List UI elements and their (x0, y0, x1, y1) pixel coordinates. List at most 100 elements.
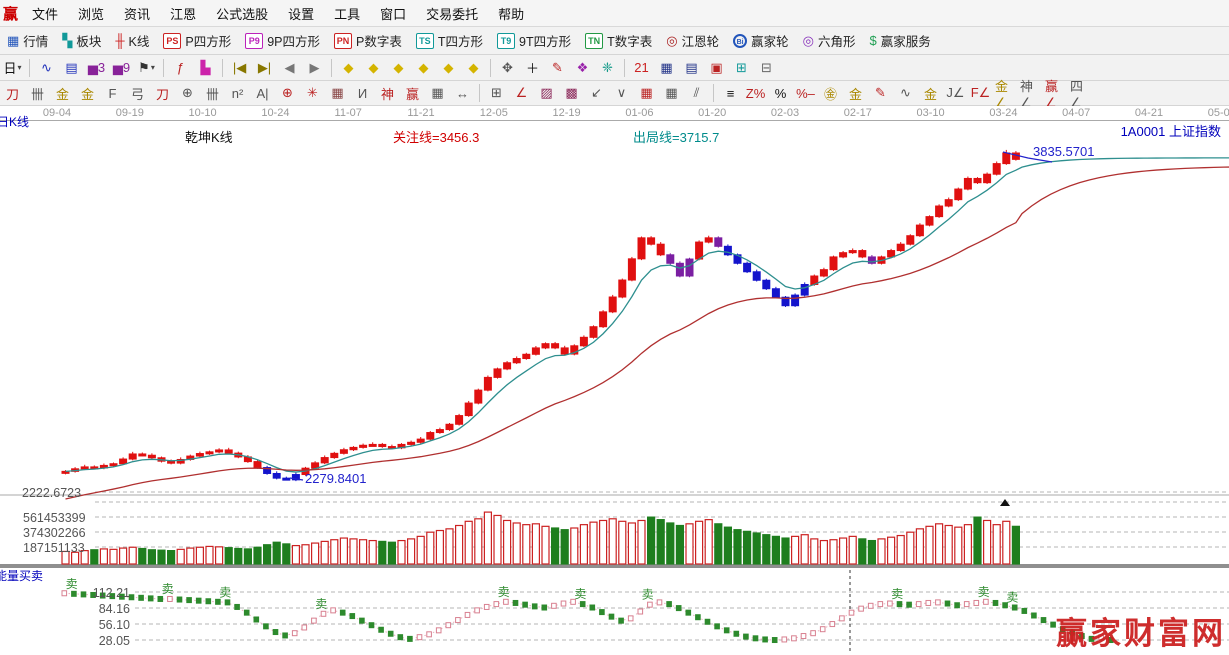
menu-item-3[interactable]: 江恩 (160, 4, 206, 23)
energy-series[interactable]: 卖卖卖卖卖卖卖卖卖卖 (62, 577, 1113, 645)
draw-fan-dark-icon[interactable]: ▩ (560, 82, 583, 104)
tool-color-histogram-icon[interactable]: ▙ (194, 57, 217, 79)
draw-fan-box-icon[interactable]: ▨ (535, 82, 558, 104)
menu-item-1[interactable]: 浏览 (68, 4, 114, 23)
draw-knife-line-icon[interactable]: 刀 (1, 82, 24, 104)
tool-first-page-icon[interactable]: |◀ (228, 57, 251, 79)
tool-crosshair-icon[interactable]: ＋ (521, 57, 544, 79)
menu-item-2[interactable]: 资讯 (114, 4, 160, 23)
draw-grid-123-icon[interactable]: ▦ (426, 82, 449, 104)
module-winner-service[interactable]: $赢家服务 (862, 31, 937, 50)
tool-magic-tool-icon[interactable]: ❖ (571, 57, 594, 79)
tool-formula-tool-icon[interactable]: ƒ (169, 57, 192, 79)
menu-item-9[interactable]: 帮助 (488, 4, 534, 23)
draw-percent-icon[interactable]: % (769, 82, 792, 104)
menu-item-8[interactable]: 交易委托 (416, 4, 488, 23)
draw-shen-angle-icon[interactable]: 神∠ (1019, 82, 1042, 104)
module-sectors[interactable]: ▚板块 (55, 31, 108, 50)
draw-win-angle-icon[interactable]: 赢∠ (1044, 82, 1067, 104)
draw-angle-rays-icon[interactable]: ∠ (510, 82, 533, 104)
draw-star-burst-icon[interactable]: ✳ (301, 82, 324, 104)
tool-measure-pen-icon[interactable]: ✎ (546, 57, 569, 79)
draw-f-line-icon[interactable]: F (101, 82, 124, 104)
draw-square-grid-icon[interactable]: ▦ (326, 82, 349, 104)
draw-win-tool-icon[interactable]: 赢 (401, 82, 424, 104)
module-hexagon[interactable]: ◎六角形 (796, 31, 863, 50)
menu-item-5[interactable]: 设置 (278, 4, 324, 23)
module-p-number-table[interactable]: PNP数字表 (327, 31, 409, 50)
draw-f-angle-icon[interactable]: F∠ (969, 82, 992, 104)
draw-gann-grid-icon[interactable]: 卌 (26, 82, 49, 104)
tool-diamond-right-icon[interactable]: ◆ (362, 57, 385, 79)
draw-wave-mark-icon[interactable]: И (351, 82, 374, 104)
tool-diamond-expand-icon[interactable]: ◆ (387, 57, 410, 79)
tool-diamond-all-icon[interactable]: ◆ (437, 57, 460, 79)
draw-grid-lines-icon[interactable]: 卌 (201, 82, 224, 104)
module-gann-wheel[interactable]: ◎江恩轮 (659, 31, 726, 50)
draw-gold-level-icon[interactable]: 金 (844, 82, 867, 104)
candlestick-series[interactable] (62, 150, 1019, 481)
draw-matrix-axis-icon[interactable]: ▦ (660, 82, 683, 104)
draw-target-circle-icon[interactable]: ⊕ (276, 82, 299, 104)
tool-curve-mode-icon[interactable]: ∿ (35, 57, 58, 79)
draw-shen-tool-icon[interactable]: 神 (376, 82, 399, 104)
menu-item-4[interactable]: 公式选股 (206, 4, 278, 23)
draw-v-check-icon[interactable]: ∨ (610, 82, 633, 104)
draw-gold-grid-2-icon[interactable]: 金 (76, 82, 99, 104)
tool-ma-9-icon[interactable]: ▅9 (110, 57, 133, 79)
menu-item-0[interactable]: 文件 (22, 4, 68, 23)
tool-ma-3-icon[interactable]: ▅3 (85, 57, 108, 79)
tool-pattern-tool-icon[interactable]: ❈ (596, 57, 619, 79)
draw-wave-fit-icon[interactable]: ∿ (894, 82, 917, 104)
kline-chart-canvas[interactable]: 卖卖卖卖卖卖卖卖卖卖 (0, 120, 1229, 655)
tool-flag-mark-icon[interactable]: ⚑▾ (135, 57, 158, 79)
volume-series[interactable] (62, 512, 1019, 564)
module-kline[interactable]: ╫K线 (108, 31, 156, 50)
draw-matrix-red-icon[interactable]: ▦ (635, 82, 658, 104)
module-9t-square[interactable]: T99T四方形 (490, 31, 578, 50)
draw-gold-eq-icon[interactable]: 金 (919, 82, 942, 104)
tool-last-page-icon[interactable]: ▶| (253, 57, 276, 79)
draw-range-arrow-icon[interactable]: ↔ (451, 82, 474, 104)
tool-diamond-compress-icon[interactable]: ◆ (412, 57, 435, 79)
draw-trend-rays-icon[interactable]: ↙ (585, 82, 608, 104)
tool-notepad-icon[interactable]: ▤ (680, 57, 703, 79)
draw-brush-pen-icon[interactable]: ✎ (869, 82, 892, 104)
draw-percent-slope-icon[interactable]: Z% (744, 82, 767, 104)
draw-mirror-line-icon[interactable]: A| (251, 82, 274, 104)
tool-send-net-icon[interactable]: ⊞ (730, 57, 753, 79)
module-quotes[interactable]: ▦行情 (0, 31, 55, 50)
module-t-square[interactable]: TST四方形 (409, 31, 490, 50)
chart-area[interactable]: 09-0409-1910-1010-2411-0711-2112-0512-19… (0, 106, 1229, 655)
tool-pan-hand-icon[interactable]: ✥ (496, 57, 519, 79)
draw-n-square-icon[interactable]: n² (226, 82, 249, 104)
tool-printer-icon[interactable]: ⊟ (755, 57, 778, 79)
draw-box-tool-icon[interactable]: ⊞ (485, 82, 508, 104)
menu-item-6[interactable]: 工具 (324, 4, 370, 23)
tool-diamond-left-icon[interactable]: ◆ (337, 57, 360, 79)
tool-diamond-full-icon[interactable]: ◆ (462, 57, 485, 79)
draw-parallel-lines-icon[interactable]: ⫽ (685, 82, 708, 104)
tool-next-page-icon[interactable]: ▶ (303, 57, 326, 79)
draw-four-angle-icon[interactable]: 四∠ (1069, 82, 1092, 104)
draw-spiral-icon[interactable]: 弓 (126, 82, 149, 104)
tool-prev-page-icon[interactable]: ◀ (278, 57, 301, 79)
module-winner-wheel[interactable]: Bi赢家轮 (726, 31, 796, 50)
draw-gold-circle-icon[interactable]: ㊎ (819, 82, 842, 104)
draw-knife-2-icon[interactable]: 刀 (151, 82, 174, 104)
draw-j-angle-icon[interactable]: J∠ (944, 82, 967, 104)
tool-period-day-icon[interactable]: 日▾ (1, 57, 24, 79)
tool-info-note-icon[interactable]: ▤ (60, 57, 83, 79)
draw-scale-rule-icon[interactable]: ≡ (719, 82, 742, 104)
draw-time-circle-icon[interactable]: ⊕ (176, 82, 199, 104)
draw-percent-line-icon[interactable]: %– (794, 82, 817, 104)
module-9p-square[interactable]: P99P四方形 (238, 31, 327, 50)
tool-save-disk-icon[interactable]: ▣ (705, 57, 728, 79)
module-p-square[interactable]: PSP四方形 (156, 31, 238, 50)
tool-calculator-icon[interactable]: ▦ (655, 57, 678, 79)
draw-gold-angle-icon[interactable]: 金∠ (994, 82, 1017, 104)
draw-gold-grid-1-icon[interactable]: 金 (51, 82, 74, 104)
menu-item-7[interactable]: 窗口 (370, 4, 416, 23)
module-t-number-table[interactable]: TNT数字表 (578, 31, 659, 50)
tool-calendar-21-icon[interactable]: 21 (630, 57, 653, 79)
